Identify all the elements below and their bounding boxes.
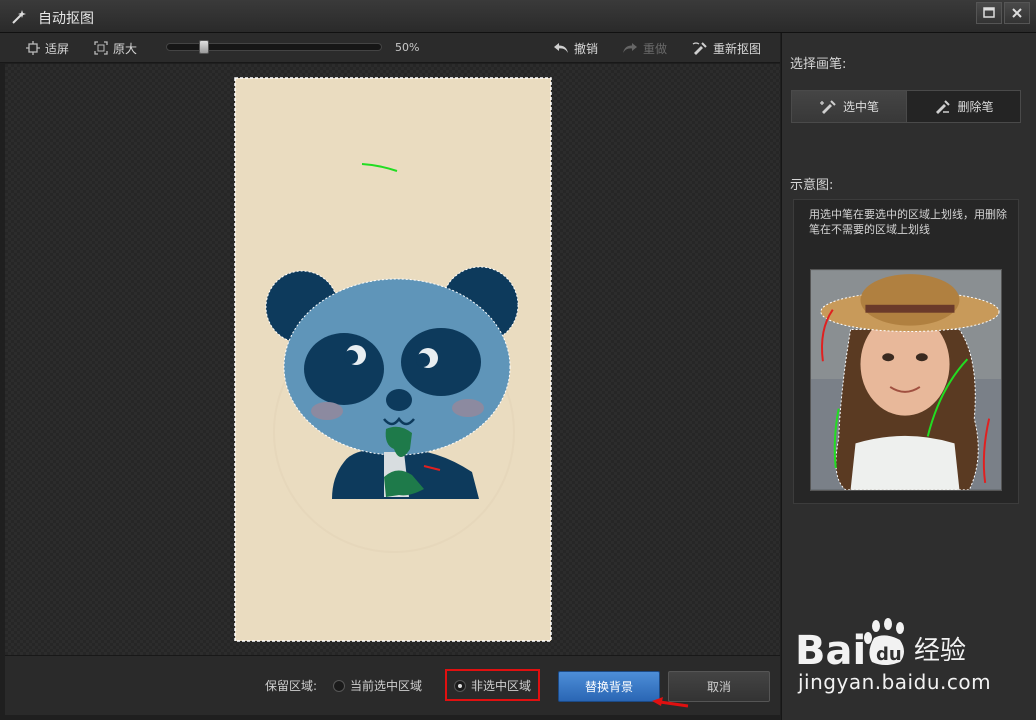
radio-unselected-area[interactable]: 非选中区域: [454, 677, 531, 694]
title-bar: 自动抠图: [0, 0, 1036, 33]
red-arrow-annotation: [652, 697, 689, 708]
svg-text:du: du: [876, 644, 902, 665]
radio-dot: [333, 679, 345, 692]
delete-pen-icon: [936, 99, 951, 114]
toolbar: 适屏 原大 撤销 重做 重新抠图: [0, 33, 780, 63]
redo-button[interactable]: 重做: [622, 33, 667, 63]
reselect-brush-icon: [692, 42, 707, 55]
diagram-heading: 示意图:: [790, 178, 834, 193]
sample-illustration: [810, 269, 1002, 491]
zoom-value: 50%: [395, 41, 420, 54]
radio-current-label: 当前选中区域: [350, 679, 423, 693]
magic-wand-icon: [12, 10, 26, 24]
keep-area-label: 保留区域:: [265, 679, 318, 693]
close-button[interactable]: [1004, 2, 1030, 24]
undo-icon: [554, 43, 568, 53]
hint-text: 用选中笔在要选中的区域上划线，用删除笔在不需要的区域上划线: [809, 208, 1007, 236]
radio-dot-selected: [454, 679, 466, 692]
radio-current-selection[interactable]: 当前选中区域: [333, 677, 422, 694]
pen-heading: 选择画笔:: [790, 57, 847, 72]
fit-screen-button[interactable]: 适屏: [26, 33, 69, 63]
original-size-label: 原大: [113, 41, 138, 56]
redo-label: 重做: [643, 41, 668, 56]
maximize-icon: [983, 7, 995, 18]
original-size-icon: [94, 41, 108, 55]
delete-pen-button[interactable]: 删除笔: [906, 90, 1021, 123]
edited-image[interactable]: [234, 77, 552, 642]
fit-screen-label: 适屏: [45, 41, 70, 56]
window-title: 自动抠图: [38, 11, 94, 27]
undo-button[interactable]: 撤销: [553, 33, 598, 63]
select-pen-label: 选中笔: [842, 100, 879, 114]
reselect-label: 重新抠图: [713, 41, 762, 56]
delete-pen-label: 删除笔: [957, 100, 994, 114]
undo-label: 撤销: [574, 41, 599, 56]
original-size-button[interactable]: 原大: [94, 33, 137, 63]
svg-text:Bai: Bai: [795, 628, 866, 674]
select-pen-button[interactable]: 选中笔: [791, 90, 907, 123]
maximize-button[interactable]: [976, 2, 1002, 24]
watermark-url: jingyan.baidu.com: [798, 670, 992, 694]
replace-background-button[interactable]: 替换背景: [558, 671, 660, 702]
fit-screen-icon: [26, 41, 40, 55]
close-icon: [1012, 8, 1022, 18]
redo-icon: [623, 43, 637, 53]
watermark-exp: 经验: [914, 636, 967, 666]
reselect-button[interactable]: 重新抠图: [692, 33, 761, 63]
zoom-slider-thumb[interactable]: [198, 40, 209, 54]
select-pen-icon: [819, 99, 836, 114]
radio-unselected-label: 非选中区域: [471, 679, 532, 693]
